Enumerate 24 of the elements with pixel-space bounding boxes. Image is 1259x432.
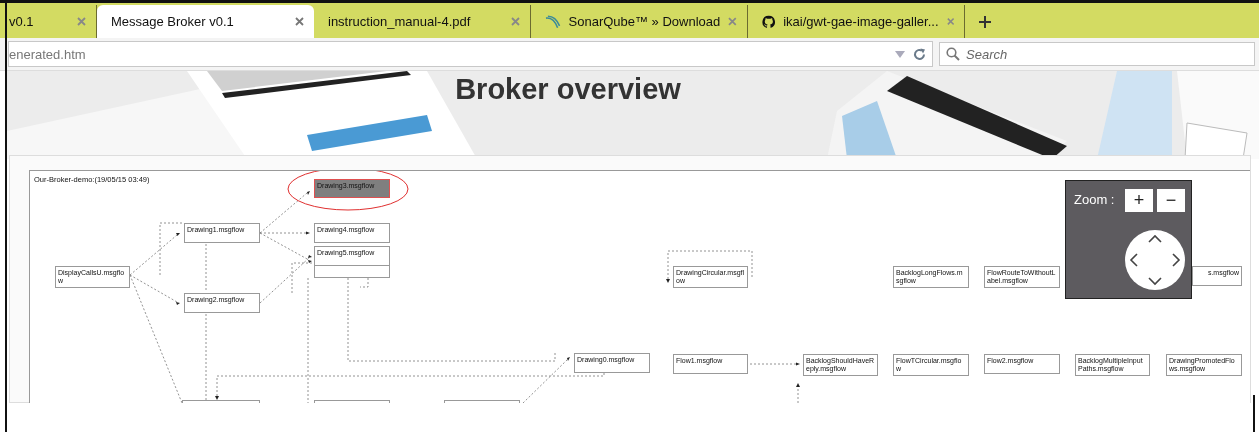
- cat-icon: [762, 13, 776, 30]
- search-field[interactable]: Search: [939, 42, 1255, 66]
- page-heading: Broker overview: [455, 73, 681, 106]
- zoom-in-button[interactable]: +: [1125, 189, 1153, 212]
- reload-icon[interactable]: [913, 47, 926, 61]
- plus-icon[interactable]: [979, 16, 991, 28]
- connector-arrow: [796, 383, 800, 403]
- browser-tab[interactable]: Message Broker v0.1: [97, 5, 314, 38]
- close-icon[interactable]: [511, 17, 520, 26]
- connector-arrow: [129, 233, 180, 276]
- connector-line: [205, 243, 207, 293]
- zoom-out-button[interactable]: −: [1157, 189, 1185, 212]
- wave-icon: [545, 14, 561, 29]
- address-field[interactable]: enerated.htm: [8, 41, 933, 67]
- direction-pad[interactable]: [1125, 230, 1185, 290]
- close-icon[interactable]: [728, 17, 737, 26]
- close-icon[interactable]: [946, 17, 954, 26]
- close-icon[interactable]: [77, 17, 86, 26]
- connector-arrow: [129, 274, 180, 305]
- dropdown-icon[interactable]: [895, 50, 905, 58]
- connector-arrow: [749, 362, 800, 366]
- zoom-label: Zoom :: [1074, 192, 1115, 207]
- search-icon: [946, 47, 960, 61]
- close-icon[interactable]: [295, 17, 304, 26]
